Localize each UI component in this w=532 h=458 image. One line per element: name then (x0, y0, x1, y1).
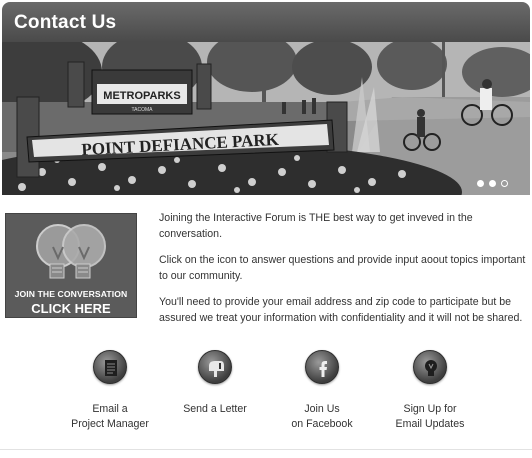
hero-photo: METROPARKS TACOMA POINT DEFIANCE PARK (2, 42, 530, 195)
contact-actions: Email a Project Manager Send a Letter Joi… (60, 350, 480, 440)
page-header: Contact Us (2, 2, 530, 42)
facebook-action[interactable]: Join Us on Facebook (272, 350, 372, 432)
bulb-icon[interactable] (413, 350, 447, 384)
page-title: Contact Us (14, 12, 117, 33)
sign-logo-text: METROPARKS (103, 90, 180, 102)
intro-paragraph-3: You'll need to provide your email addres… (159, 296, 523, 324)
contact-page: Contact Us METROPARKS TACOMA POINT DEFIA… (0, 0, 532, 458)
lightbulbs-icon (36, 224, 106, 279)
email-updates-action[interactable]: Sign Up for Email Updates (380, 350, 480, 432)
slide-dot-3[interactable] (501, 180, 508, 187)
facebook-label: Join Us on Facebook (291, 403, 353, 430)
join-line2: CLICK HERE (31, 301, 111, 316)
join-line1: JOIN THE CONVERSATION (14, 289, 128, 299)
slide-dot-1[interactable] (477, 180, 484, 187)
sign-logo-subtext: TACOMA (131, 107, 153, 113)
email-project-manager-action[interactable]: Email a Project Manager (60, 350, 160, 432)
intro-paragraph-1: Joining the Interactive Forum is THE bes… (159, 212, 473, 240)
email-updates-label: Sign Up for Email Updates (395, 403, 465, 430)
slide-dot-2[interactable] (489, 180, 496, 187)
mailbox-icon[interactable] (198, 350, 232, 384)
slide-dots (477, 180, 508, 187)
intro-text: Joining the Interactive Forum is THE bes… (159, 210, 527, 336)
document-icon[interactable] (93, 350, 127, 384)
send-letter-action[interactable]: Send a Letter (165, 350, 265, 417)
bottom-divider (0, 449, 532, 450)
intro-paragraph-2: Click on the icon to answer questions an… (159, 254, 526, 282)
facebook-icon[interactable] (305, 350, 339, 384)
email-project-manager-label: Email a Project Manager (71, 403, 149, 430)
send-letter-label: Send a Letter (183, 403, 247, 415)
hero-slideshow[interactable]: METROPARKS TACOMA POINT DEFIANCE PARK (2, 42, 530, 195)
join-conversation-button[interactable]: JOIN THE CONVERSATION CLICK HERE (5, 213, 137, 318)
